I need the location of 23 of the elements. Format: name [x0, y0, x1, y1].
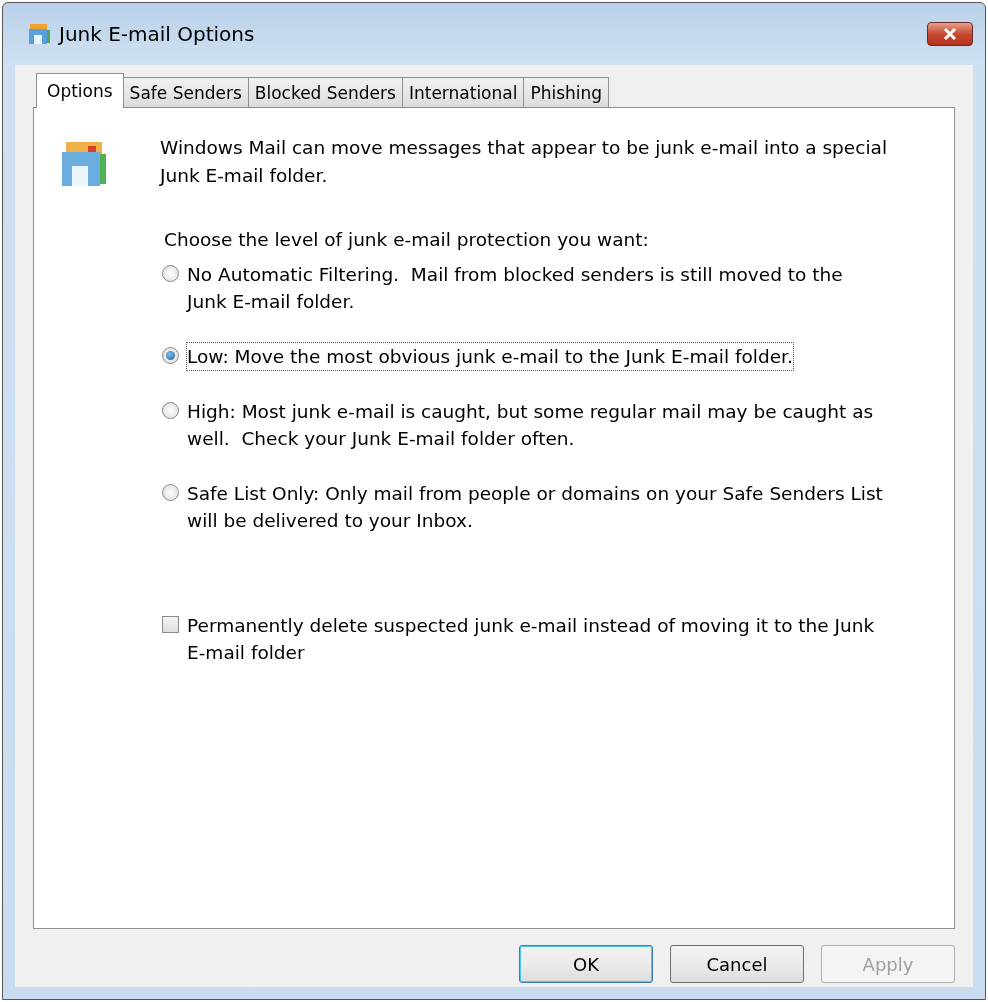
window-title: Junk E-mail Options: [59, 22, 255, 46]
option-label[interactable]: Safe List Only: Only mail from people or domains on your Safe Senders List will be delivered to your Inbox.: [186, 479, 888, 535]
mail-icon: [27, 22, 51, 46]
checkbox-label[interactable]: Permanently delete suspected junk e-mail instead of moving it to the Junk E-mail folder: [186, 611, 888, 667]
option-label[interactable]: No Automatic Filtering. Mail from blocked senders is still moved to the Junk E-mail folder.: [186, 260, 888, 316]
tab[interactable]: Safe Senders: [122, 77, 249, 107]
tab[interactable]: Blocked Senders: [247, 77, 403, 107]
radio-button[interactable]: [162, 484, 179, 501]
close-icon[interactable]: [942, 28, 958, 40]
radio-button[interactable]: [162, 347, 179, 364]
tab[interactable]: Phishing: [523, 77, 610, 107]
radio-button[interactable]: [162, 402, 179, 419]
dialog-button[interactable]: Cancel: [670, 945, 804, 983]
close-button[interactable]: [927, 22, 973, 46]
dialog-button[interactable]: OK: [519, 945, 653, 983]
tab[interactable]: Options: [36, 73, 124, 108]
radio-button[interactable]: [162, 265, 179, 282]
description-text: Windows Mail can move messages that appear to be junk e-mail into a special Junk E-mail folder.: [160, 136, 889, 188]
option-label[interactable]: Low: Move the most obvious junk e-mail to the Junk E-mail folder.: [186, 342, 794, 371]
prompt-text: Choose the level of junk e-mail protection you want:: [164, 228, 650, 252]
checkbox[interactable]: [162, 616, 179, 633]
option-label[interactable]: High: Most junk e-mail is caught, but some regular mail may be caught as well. Check your Junk E-mail folder often.: [186, 397, 888, 453]
tab[interactable]: International: [401, 77, 525, 107]
